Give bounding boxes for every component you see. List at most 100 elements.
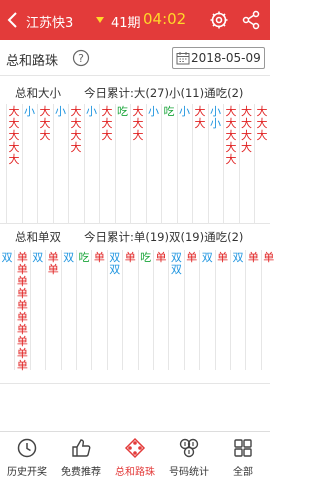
bead-odd: 单	[247, 251, 259, 264]
tab-all[interactable]: 全部	[216, 432, 270, 480]
bead-column: 大大大大	[238, 104, 253, 224]
bead-column: 小	[176, 104, 191, 224]
tab-number-stats[interactable]: 号码统计	[162, 432, 216, 480]
tab-road-bead[interactable]: 总和路珠	[108, 432, 162, 480]
bead-small: 小	[210, 117, 221, 130]
bead-column: 单	[260, 250, 275, 370]
dropdown-caret-icon[interactable]	[96, 17, 104, 23]
tab-label: 总和路珠	[115, 467, 155, 478]
bead-draw: 吃	[140, 251, 152, 264]
top-header: 江苏快3 41期 04:02	[0, 0, 270, 40]
bead-odd: 单	[47, 263, 59, 276]
tab-label: 全部	[233, 467, 253, 478]
bead-column: 单	[122, 250, 136, 370]
countdown-timer: 04:02	[143, 10, 187, 28]
bead-column: 双双	[168, 250, 182, 370]
bead-odd: 单	[124, 251, 136, 264]
bead-column: 小	[83, 104, 98, 224]
bead-column: 双	[199, 250, 213, 370]
bead-even: 双	[170, 263, 182, 276]
bead-even: 双	[232, 251, 244, 264]
period-number: 41期	[111, 16, 141, 31]
clock-icon	[17, 438, 37, 458]
bead-column: 大大大	[99, 104, 113, 224]
bottom-tab-bar: 历史开奖 免费推荐 总和路珠 号码统计 全部	[0, 431, 270, 479]
bead-column: 大大大大大	[6, 104, 20, 224]
tab-label: 号码统计	[169, 467, 209, 478]
bead-column: 大大大大大	[223, 104, 237, 224]
bead-column: 单	[91, 250, 105, 370]
bead-odd: 单	[93, 251, 105, 264]
bead-odd: 单	[155, 251, 167, 264]
help-icon[interactable]: ?	[72, 49, 90, 67]
bead-big: 大	[256, 129, 268, 142]
tab-history[interactable]: 历史开奖	[0, 432, 54, 480]
tab-label: 历史开奖	[7, 467, 47, 478]
bead-column: 大大大大	[68, 104, 82, 224]
bead-big: 大	[39, 129, 51, 142]
bead-draw: 吃	[163, 105, 175, 118]
svg-text:?: ?	[78, 52, 84, 65]
lottery-title[interactable]: 江苏快3	[26, 12, 73, 31]
today-summary-odd-even: 今日累计:单(19)双(19)通吃(2)	[84, 230, 244, 244]
road-bead-grid-odd-even: 双单单单单单单单单单单双单单双吃单双双单吃单双双单双单双单单	[0, 250, 274, 380]
bead-column: 单	[214, 250, 229, 370]
bead-column: 吃	[76, 250, 90, 370]
bead-draw: 吃	[78, 251, 90, 264]
bead-column: 小	[52, 104, 67, 224]
bead-big: 大	[241, 141, 252, 154]
bead-column: 吃	[137, 250, 152, 370]
bead-big: 大	[132, 129, 144, 142]
bead-column: 双	[0, 250, 13, 370]
bead-column: 单	[153, 250, 167, 370]
share-icon[interactable]	[241, 10, 261, 30]
bead-draw: 吃	[117, 105, 128, 118]
page-toolbar: 总和路珠 ? 2018-05-09	[0, 40, 270, 76]
date-picker[interactable]: 2018-05-09	[172, 47, 265, 69]
bead-column: 单	[245, 250, 259, 370]
bead-column: 吃	[114, 104, 129, 224]
thumbs-up-icon	[72, 439, 91, 457]
bead-column: 大大大	[37, 104, 51, 224]
number-stats-icon	[179, 438, 199, 458]
bead-column: 单单	[45, 250, 59, 370]
road-bead-icon	[124, 437, 146, 459]
bead-column: 大大大	[130, 104, 144, 224]
grid-icon	[234, 439, 252, 457]
bead-column: 小小	[207, 104, 222, 224]
section-title-odd-even: 总和单双	[15, 230, 61, 244]
bead-column: 小	[145, 104, 160, 224]
bead-column: 大大	[192, 104, 206, 224]
bead-even: 双	[201, 251, 213, 264]
bead-column: 双双	[106, 250, 121, 370]
date-value: 2018-05-09	[191, 51, 261, 65]
bead-odd: 单	[263, 251, 275, 264]
bead-column: 单单单单单单单单单单	[14, 250, 28, 372]
gear-icon[interactable]	[209, 10, 229, 30]
bead-even: 双	[109, 263, 121, 276]
odd-even-section: 总和单双 今日累计:单(19)双(19)通吃(2) 双单单单单单单单单单单双单单…	[0, 224, 274, 384]
bead-big: 大	[194, 117, 206, 130]
bead-column: 大大大	[254, 104, 268, 224]
bead-even: 双	[1, 251, 13, 264]
bead-column: 吃	[161, 104, 175, 224]
bead-big: 大	[70, 141, 82, 154]
bead-odd: 单	[186, 251, 198, 264]
bead-column: 双	[29, 250, 44, 370]
today-summary-big-small: 今日累计:大(27)小(11)通吃(2)	[84, 86, 244, 100]
bead-odd: 单	[16, 359, 28, 372]
bead-even: 双	[63, 251, 75, 264]
tab-recommend[interactable]: 免费推荐	[54, 432, 108, 480]
section-title-big-small: 总和大小	[15, 86, 61, 100]
back-arrow-icon[interactable]	[4, 11, 22, 29]
bead-column: 单	[183, 250, 198, 370]
bead-big: 大	[101, 129, 113, 142]
big-small-section: 总和大小 今日累计:大(27)小(11)通吃(2) 大大大大大小大大大小大大大大…	[0, 76, 270, 224]
page-title: 总和路珠	[6, 54, 59, 69]
bead-small: 小	[86, 105, 97, 118]
road-bead-grid-big-small: 大大大大大小大大大小大大大大小大大大吃大大大小吃小大大小小大大大大大大大大大大大…	[0, 104, 270, 224]
calendar-icon	[176, 52, 190, 65]
bead-small: 小	[148, 105, 159, 118]
bead-column: 双	[230, 250, 244, 370]
tab-label: 免费推荐	[61, 467, 101, 478]
